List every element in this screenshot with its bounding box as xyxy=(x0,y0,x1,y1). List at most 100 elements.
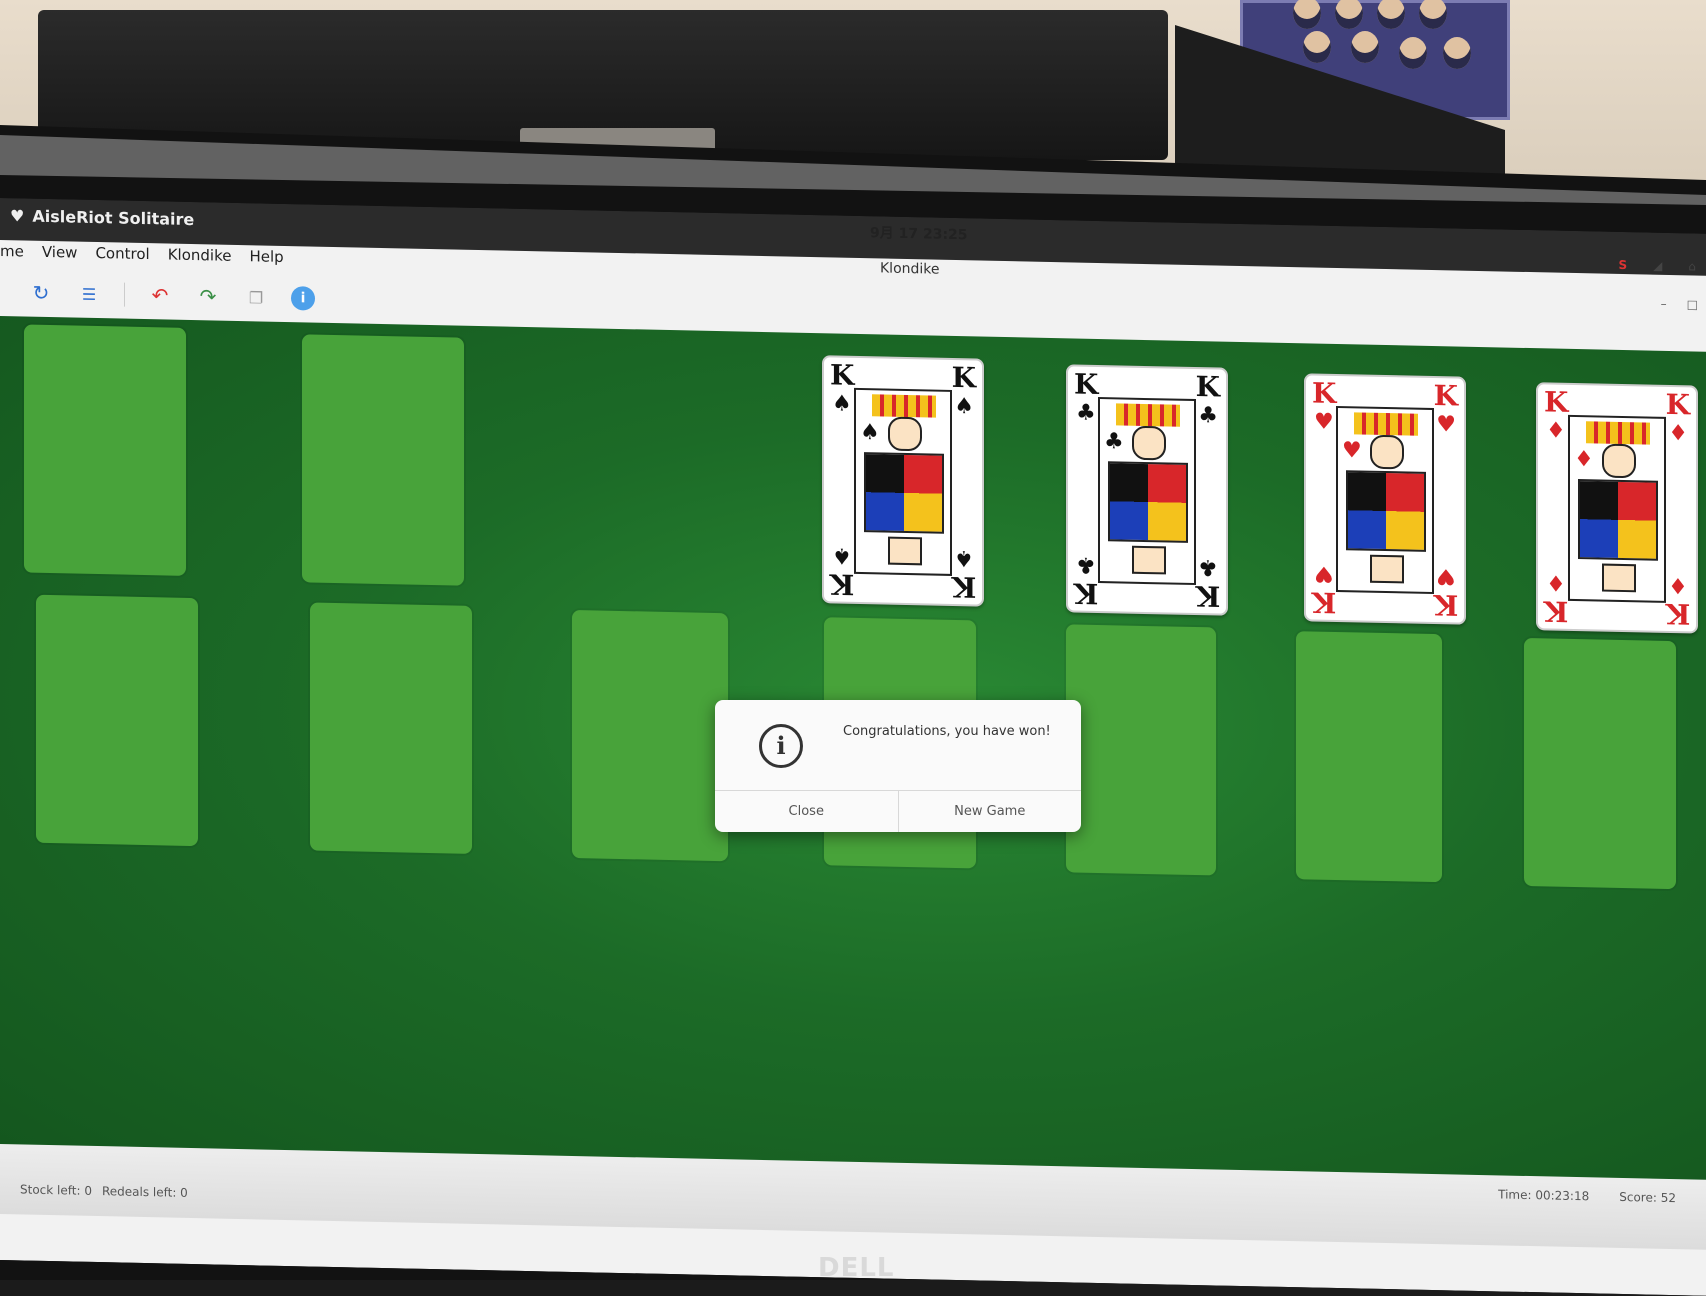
info-icon: i xyxy=(759,724,803,768)
menu-control[interactable]: Control xyxy=(95,242,149,269)
robe-art xyxy=(864,452,944,534)
hint-icon[interactable]: i xyxy=(291,286,315,311)
poster-photo xyxy=(1399,37,1427,69)
statusbar-left: Stock left: 0 Redeals left: 0 xyxy=(20,1182,188,1200)
tableau-slot-3[interactable] xyxy=(572,609,728,862)
card-rank: K xyxy=(1312,376,1337,410)
card-rank: K xyxy=(1312,585,1337,619)
menubar: me View Control Klondike Help xyxy=(0,240,284,272)
robe-art xyxy=(1108,461,1188,543)
menu-game[interactable]: me xyxy=(0,240,24,266)
club-icon: ♣ xyxy=(1076,400,1096,426)
heart-icon: ♥ xyxy=(1342,438,1362,464)
close-button[interactable]: Close xyxy=(715,791,898,832)
heart-icon: ♥ xyxy=(1314,409,1334,435)
king-face-art: ♦ xyxy=(1568,414,1666,603)
diamond-icon: ♦ xyxy=(1546,418,1566,444)
menu-view[interactable]: View xyxy=(42,241,78,268)
club-icon: ♣ xyxy=(1198,403,1218,429)
crown-art xyxy=(1586,421,1650,445)
tableau-slot-6[interactable] xyxy=(1296,631,1442,883)
clock[interactable]: 9月 17 23:25 xyxy=(870,222,968,244)
menu-klondike[interactable]: Klondike xyxy=(168,244,232,271)
poster-photo xyxy=(1293,0,1321,29)
app-menu[interactable]: ♥ AisleRiot Solitaire xyxy=(10,206,194,229)
head-art xyxy=(1132,545,1166,575)
king-face-art: ♣ xyxy=(1098,396,1196,586)
poster-photo xyxy=(1303,31,1331,63)
diamond-icon: ♦ xyxy=(1668,571,1688,598)
statusbar-right: Time: 00:23:18 Score: 52 xyxy=(1498,1187,1676,1205)
club-icon: ♣ xyxy=(1076,551,1096,577)
toolbar-separator xyxy=(124,282,125,307)
head-art xyxy=(888,536,922,566)
stock-left: Stock left: 0 xyxy=(20,1182,92,1198)
poster-photo xyxy=(1419,0,1447,29)
monitor-brand-logo: DELL xyxy=(818,1253,895,1283)
input-method-icon[interactable]: S xyxy=(1618,258,1627,272)
card-rank: K xyxy=(1665,387,1690,422)
heart-icon: ♥ xyxy=(1314,560,1334,586)
spade-icon: ♠ xyxy=(832,542,852,568)
tableau-slot-2[interactable] xyxy=(310,602,472,854)
poster-photo xyxy=(1443,37,1471,69)
system-tray: S ◢ ⌂ xyxy=(1618,258,1696,274)
head-art xyxy=(888,416,922,452)
king-face-art: ♠ xyxy=(854,387,952,576)
elapsed-time: Time: 00:23:18 xyxy=(1498,1187,1590,1204)
select-game-icon[interactable]: ☰ xyxy=(76,281,102,308)
crown-art xyxy=(1354,412,1418,436)
card-rank: K xyxy=(830,358,855,392)
heart-icon: ♥ xyxy=(1436,563,1456,589)
head-art xyxy=(1602,563,1636,593)
menu-help[interactable]: Help xyxy=(249,245,283,272)
poster-photo xyxy=(1377,0,1405,29)
win-message: Congratulations, you have won! xyxy=(843,724,1051,739)
head-art xyxy=(1370,554,1404,584)
score: Score: 52 xyxy=(1619,1189,1676,1206)
spade-icon: ♠ xyxy=(860,420,880,446)
waste-slot[interactable] xyxy=(302,334,464,586)
window-controls: – □ xyxy=(1661,297,1698,312)
spade-icon: ♠ xyxy=(832,391,852,417)
heart-icon: ♥ xyxy=(10,206,25,226)
undo-icon[interactable]: ↶ xyxy=(147,282,173,309)
stock-slot[interactable] xyxy=(24,324,186,576)
foundation-card-diamonds[interactable]: K ♦ K ♦ ♦ K ♦ K ♦ xyxy=(1536,382,1698,634)
win-dialog: i Congratulations, you have won! Close N… xyxy=(715,700,1081,832)
window-title: Klondike xyxy=(880,260,940,278)
card-rank: K xyxy=(1195,370,1220,404)
app-title: AisleRiot Solitaire xyxy=(32,206,195,230)
volume-icon[interactable]: ◢ xyxy=(1653,259,1662,273)
club-icon: ♣ xyxy=(1104,429,1124,455)
diamond-icon: ♦ xyxy=(1668,420,1688,447)
deal-icon[interactable]: ❐ xyxy=(243,284,269,311)
dialog-buttons: Close New Game xyxy=(715,790,1081,832)
poster-photo xyxy=(1351,31,1379,63)
crown-art xyxy=(872,394,936,418)
poster-photo xyxy=(1335,0,1363,29)
foundation-card-hearts[interactable]: K ♥ K ♥ ♥ K ♥ K ♥ xyxy=(1304,373,1466,625)
spade-icon: ♠ xyxy=(954,544,974,571)
maximize-icon[interactable]: □ xyxy=(1687,297,1698,311)
heart-icon: ♥ xyxy=(1436,412,1456,438)
minimize-icon[interactable]: – xyxy=(1661,297,1667,311)
king-face-art: ♥ xyxy=(1336,405,1434,595)
restart-icon[interactable]: ↻ xyxy=(28,280,54,307)
diamond-icon: ♦ xyxy=(1574,446,1594,473)
network-icon[interactable]: ⌂ xyxy=(1688,259,1696,273)
new-game-button[interactable]: New Game xyxy=(897,791,1082,832)
tableau-slot-7[interactable] xyxy=(1524,637,1676,890)
tableau-slot-5[interactable] xyxy=(1066,624,1216,876)
card-rank: K xyxy=(1195,579,1220,613)
card-rank: K xyxy=(1074,367,1099,402)
foundation-card-clubs[interactable]: K ♣ K ♣ ♣ K ♣ K ♣ xyxy=(1066,364,1228,616)
crown-art xyxy=(1116,403,1180,427)
toolbar: ↻ ☰ ↶ ↷ ❐ i xyxy=(0,274,315,317)
card-rank: K xyxy=(1665,596,1690,631)
redo-icon[interactable]: ↷ xyxy=(195,283,221,310)
card-rank: K xyxy=(1544,594,1569,628)
tableau-slot-1[interactable] xyxy=(36,594,198,847)
card-rank: K xyxy=(951,569,976,604)
foundation-card-spades[interactable]: K ♠ K ♠ ♠ K ♠ K ♠ xyxy=(822,355,984,607)
